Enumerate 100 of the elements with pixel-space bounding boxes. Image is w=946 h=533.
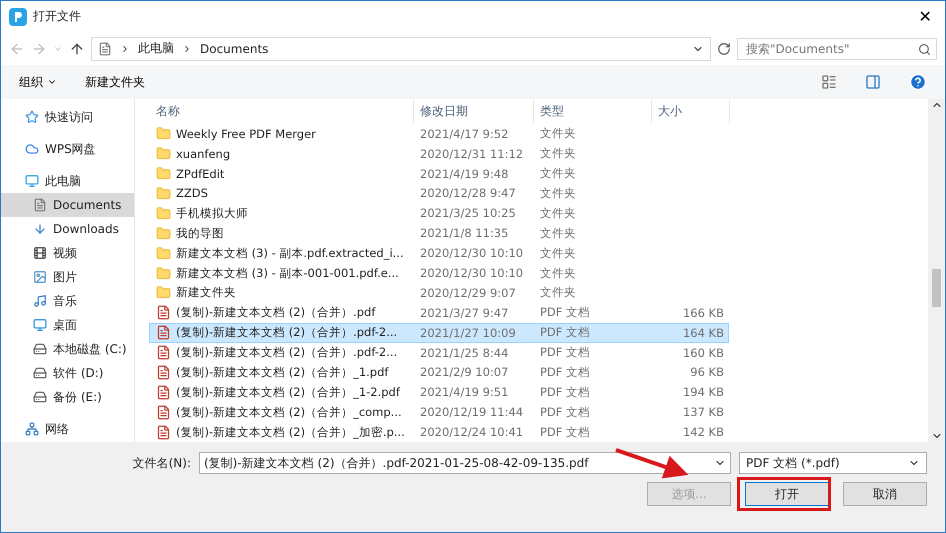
- folder-icon: [156, 266, 171, 281]
- organize-menu[interactable]: 组织: [19, 74, 57, 90]
- pdf-file-icon: [156, 384, 171, 400]
- monitor-icon: [25, 174, 39, 188]
- file-row[interactable]: (复制)-新建文本文档 (2)（合并）_加密.p... 2020/12/24 10:41 PDF 文档 142 KB: [149, 422, 729, 442]
- filename-field[interactable]: (复制)-新建文本文档 (2)（合并）.pdf-2021-01-25-08-42-09-135.pdf: [199, 452, 731, 474]
- sidebar-item[interactable]: 图片: [1, 265, 134, 289]
- film-icon: [33, 246, 47, 260]
- app-logo-icon: [9, 8, 27, 26]
- file-row[interactable]: ZPdfEdit 2021/4/19 9:48 文件夹: [149, 164, 729, 184]
- file-name: 新建文本文档 (3) - 副本-001-001.pdf.e...: [150, 266, 414, 281]
- column-header[interactable]: 类型: [534, 100, 652, 123]
- sidebar-item[interactable]: Downloads: [1, 217, 134, 241]
- sidebar-item[interactable]: 本地磁盘 (C:): [1, 337, 134, 361]
- file-name: (复制)-新建文本文档 (2)（合并）_加密.p...: [150, 424, 414, 440]
- dialog-button[interactable]: 取消: [843, 482, 927, 506]
- date-cell-text: 2021/4/19 9:51: [419, 385, 510, 400]
- file-row[interactable]: (复制)-新建文本文档 (2)（合并）.pdf-2... 2021/1/25 8:44 PDF 文档 160 KB: [149, 342, 729, 363]
- type-cell-text: 文件夹: [539, 186, 577, 201]
- date-cell-text: 2021/4/19 9:48: [419, 166, 510, 181]
- folder-icon: [156, 246, 171, 261]
- date-cell-text: 2020/12/28 9:47: [419, 186, 517, 200]
- new-folder-button[interactable]: 新建文件夹: [85, 74, 145, 90]
- window-title: 打开文件: [33, 8, 82, 25]
- document-icon: [33, 198, 47, 212]
- sidebar-item[interactable]: 快速访问: [1, 105, 134, 129]
- drive-icon: [33, 366, 47, 380]
- cloud-icon: [25, 142, 39, 156]
- star-icon: [25, 110, 39, 124]
- file-row[interactable]: 新建文本文档 (3) - 副本-001-001.pdf.e... 2020/12/30 10:10 文件夹: [149, 263, 729, 283]
- file-row[interactable]: (复制)-新建文本文档 (2)（合并）_comp... 2020/12/19 11:44 PDF 文档 137 KB: [149, 402, 729, 422]
- sidebar-item[interactable]: 音乐: [1, 289, 134, 313]
- column-header[interactable]: 修改日期: [414, 100, 534, 123]
- pdf-file-icon: [156, 404, 171, 420]
- size-cell-text: 160 KB: [682, 346, 725, 360]
- date-cell-text: 2021/3/27 9:47: [419, 306, 510, 320]
- file-row[interactable]: (复制)-新建文本文档 (2)（合并）_1-2.pdf 2021/4/19 9:51 PDF 文档 194 KB: [149, 382, 729, 402]
- scroll-thumb[interactable]: [932, 269, 941, 307]
- close-button[interactable]: ✕: [905, 2, 945, 32]
- sidebar-item[interactable]: 视频: [1, 241, 134, 265]
- type-cell-text: PDF 文档: [539, 424, 592, 440]
- file-name: (复制)-新建文本文档 (2)（合并）_1.pdf: [150, 364, 414, 380]
- sidebar-item[interactable]: Documents: [1, 193, 134, 217]
- file-row[interactable]: 新建文件夹 2020/12/29 9:07 文件夹: [149, 282, 729, 303]
- monitor-icon: [33, 318, 47, 332]
- drive-icon: [33, 342, 47, 356]
- file-name: xuanfeng: [150, 146, 414, 162]
- date-cell-text: 2020/12/30 10:10: [419, 246, 524, 260]
- date-cell-text: 2020/12/31 11:12: [419, 146, 524, 161]
- search-field[interactable]: 搜索"Documents": [737, 38, 937, 60]
- view-icon[interactable]: [821, 74, 837, 90]
- breadcrumb[interactable]: Documents: [200, 42, 268, 56]
- folder-icon: [156, 146, 171, 162]
- size-cell-text: 96 KB: [689, 365, 725, 380]
- column-header[interactable]: 大小: [652, 100, 730, 123]
- type-cell-text: 文件夹: [539, 146, 577, 162]
- download-icon: [33, 222, 47, 236]
- date-cell-text: 2021/3/25 10:25: [419, 206, 517, 220]
- type-cell-text: PDF 文档: [539, 364, 592, 380]
- file-row[interactable]: (复制)-新建文本文档 (2)（合并）.pdf 2021/3/27 9:47 PDF 文档 166 KB: [149, 302, 729, 323]
- date-cell-text: 2021/2/9 10:07: [419, 365, 510, 380]
- help-icon[interactable]: [909, 73, 927, 91]
- sidebar-item[interactable]: 软件 (D:): [1, 361, 134, 385]
- size-cell-text: 137 KB: [682, 405, 725, 420]
- breadcrumb[interactable]: 此电脑: [138, 40, 174, 57]
- file-name: ZPdfEdit: [150, 166, 414, 182]
- file-row[interactable]: Weekly Free PDF Merger 2021/4/17 9:52 文件夹: [149, 124, 729, 144]
- file-row[interactable]: xuanfeng 2020/12/31 11:12 文件夹: [149, 144, 729, 164]
- scrollbar[interactable]: [928, 99, 945, 442]
- file-row[interactable]: 我的导图 2021/1/8 11:35 文件夹: [149, 223, 729, 244]
- address-bar[interactable]: 此电脑 Documents: [91, 36, 711, 60]
- column-header[interactable]: 名称: [150, 100, 414, 123]
- file-type-dropdown[interactable]: PDF 文档 (*.pdf): [739, 452, 927, 474]
- file-row[interactable]: (复制)-新建文本文档 (2)（合并）.pdf-2... 2021/1/27 10:09 PDF 文档 164 KB: [149, 322, 729, 343]
- pdf-file-icon: [156, 325, 171, 340]
- dialog-button[interactable]: 打开: [745, 482, 829, 506]
- preview-pane-icon[interactable]: [865, 74, 881, 90]
- folder-icon: [156, 226, 171, 241]
- document-icon: [98, 42, 112, 56]
- refresh-icon[interactable]: [717, 42, 731, 56]
- type-cell-text: 文件夹: [539, 226, 577, 241]
- search-icon: [918, 42, 931, 56]
- file-row[interactable]: (复制)-新建文本文档 (2)（合并）_1.pdf 2021/2/9 10:07 PDF 文档 96 KB: [149, 362, 729, 382]
- sidebar-item[interactable]: WPS网盘: [1, 137, 134, 161]
- sidebar-item[interactable]: 备份 (E:): [1, 385, 134, 409]
- sidebar-item[interactable]: 桌面: [1, 313, 134, 337]
- file-name: ZZDS: [150, 186, 414, 201]
- up-icon[interactable]: [69, 40, 85, 56]
- music-note-icon: [33, 294, 47, 308]
- type-cell-text: PDF 文档: [539, 305, 592, 320]
- sidebar-item[interactable]: 网络: [1, 417, 134, 441]
- size-cell-text: 164 KB: [682, 326, 725, 340]
- pdf-file-icon: [156, 364, 171, 380]
- folder-icon: [156, 126, 171, 142]
- pdf-file-icon: [156, 345, 171, 360]
- type-cell-text: 文件夹: [539, 246, 577, 261]
- file-row[interactable]: ZZDS 2020/12/28 9:47 文件夹: [149, 184, 729, 204]
- file-row[interactable]: 手机模拟大师 2021/3/25 10:25 文件夹: [149, 203, 729, 224]
- file-row[interactable]: 新建文本文档 (3) - 副本.pdf.extracted_i... 2020/12/30 10:10 文件夹: [149, 243, 729, 264]
- sidebar-item[interactable]: 此电脑: [1, 169, 134, 193]
